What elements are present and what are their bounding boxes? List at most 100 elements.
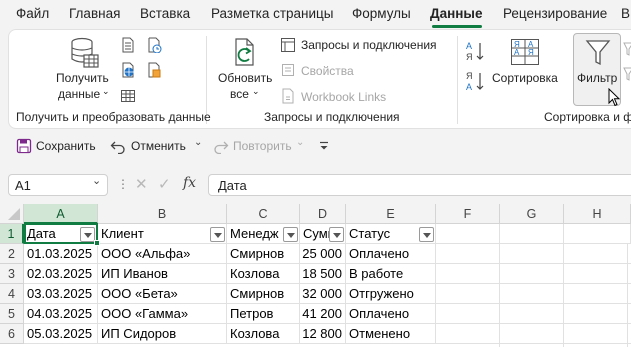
table-cell[interactable]: Отгружено <box>346 284 436 304</box>
row-header[interactable]: 3 <box>0 264 24 284</box>
table-cell[interactable]: В работе <box>346 264 436 284</box>
chevron-down-icon[interactable]: ⌄ <box>194 137 202 148</box>
undo-button[interactable]: Отменить <box>131 139 186 153</box>
tab-home[interactable]: Главная <box>69 6 120 21</box>
refresh-all-label-1[interactable]: Обновить <box>218 71 272 85</box>
table-header-cell[interactable]: Клиент <box>98 224 227 244</box>
recent-sources-icon[interactable] <box>146 37 162 53</box>
row-header[interactable]: 5 <box>0 304 24 324</box>
row-header[interactable]: 4 <box>0 284 24 304</box>
redo-button[interactable]: Повторить <box>233 139 292 153</box>
sort-az-icon[interactable]: АЯ <box>466 40 486 62</box>
column-header[interactable]: E <box>346 204 436 224</box>
customize-qat-icon[interactable] <box>318 140 330 152</box>
formula-content: Дата <box>218 178 247 193</box>
table-cell[interactable]: ИП Сидоров <box>98 324 227 344</box>
table-cell[interactable]: Петров <box>227 304 300 324</box>
table-cell[interactable]: Смирнов <box>227 244 300 264</box>
column-header[interactable]: A <box>24 204 98 224</box>
filter-dropdown-button[interactable] <box>419 227 434 242</box>
active-cell-selection <box>24 223 98 244</box>
table-cell[interactable]: 01.03.2025 <box>24 244 98 264</box>
tab-insert[interactable]: Вставка <box>140 6 190 21</box>
row-header[interactable]: 2 <box>0 244 24 264</box>
tab-formulas[interactable]: Формулы <box>352 6 411 21</box>
tab-review[interactable]: Рецензирование <box>503 6 607 21</box>
refresh-all-label-2[interactable]: все <box>230 87 249 101</box>
cancel-icon[interactable]: ✕ <box>135 175 148 193</box>
select-all-corner[interactable] <box>0 204 24 224</box>
tab-data[interactable]: Данные <box>430 6 482 21</box>
sort-button[interactable]: Сортировка <box>492 71 558 85</box>
svg-text:Я: Я <box>528 48 534 57</box>
table-cell[interactable]: 02.03.2025 <box>24 264 98 284</box>
row-header[interactable]: 6 <box>0 324 24 344</box>
table-cell[interactable]: Оплачено <box>346 244 436 264</box>
column-header[interactable]: H <box>564 204 631 224</box>
insert-function-icon[interactable]: fx <box>183 175 196 191</box>
empty-grid-area[interactable] <box>436 244 631 347</box>
table-cell[interactable]: 18 500 <box>300 264 346 284</box>
save-button[interactable]: Сохранить <box>36 139 96 153</box>
tab-page-layout[interactable]: Разметка страницы <box>211 6 333 21</box>
table-cell[interactable]: Козлова <box>227 324 300 344</box>
empty-cell[interactable] <box>564 224 631 244</box>
get-data-label-1[interactable]: Получить <box>56 71 109 85</box>
sort-dialog-icon: ЯААЯ <box>510 38 540 66</box>
existing-connections-icon[interactable] <box>146 62 162 78</box>
from-table-icon[interactable] <box>120 88 136 104</box>
table-cell[interactable]: Смирнов <box>227 284 300 304</box>
mouse-cursor-icon <box>608 88 622 108</box>
group-label-get-transform: Получить и преобразовать данные <box>16 110 211 124</box>
name-box-value: A1 <box>15 178 31 193</box>
enter-icon[interactable]: ✓ <box>158 175 171 193</box>
table-cell[interactable]: Козлова <box>227 264 300 284</box>
column-header[interactable]: F <box>436 204 500 224</box>
chevron-down-icon: ⌄ <box>296 137 305 148</box>
empty-cell[interactable] <box>500 224 564 244</box>
clear-filter-icon[interactable] <box>623 40 631 90</box>
table-cell[interactable]: 05.03.2025 <box>24 324 98 344</box>
more-options-icon[interactable]: ⋮ <box>117 177 129 191</box>
separator <box>457 36 458 124</box>
tab-view[interactable]: В <box>621 6 630 21</box>
table-cell[interactable]: 03.03.2025 <box>24 284 98 304</box>
svg-text:А: А <box>514 48 520 57</box>
group-label-sort-filter: Сортировка и ф <box>544 110 631 124</box>
row-header[interactable]: 1 <box>0 224 24 244</box>
table-cell[interactable]: 32 000 <box>300 284 346 304</box>
from-text-icon[interactable] <box>120 37 136 53</box>
svg-text:А: А <box>466 82 472 92</box>
save-icon <box>16 138 32 154</box>
group-label-queries: Запросы и подключения <box>264 110 400 124</box>
table-cell[interactable]: 04.03.2025 <box>24 304 98 324</box>
table-cell[interactable]: ИП Иванов <box>98 264 227 284</box>
column-header[interactable]: B <box>98 204 227 224</box>
sort-za-icon[interactable]: ЯА <box>466 70 486 92</box>
tab-file[interactable]: Файл <box>16 6 49 21</box>
table-cell[interactable]: ООО «Гамма» <box>98 304 227 324</box>
table-cell[interactable]: 25 000 <box>300 244 346 264</box>
table-cell[interactable]: ООО «Альфа» <box>98 244 227 264</box>
column-header[interactable]: G <box>500 204 564 224</box>
filter-dropdown-button[interactable] <box>329 227 344 242</box>
table-cell[interactable]: Оплачено <box>346 304 436 324</box>
workbook-links-button[interactable]: Workbook Links <box>301 90 386 104</box>
from-web-icon[interactable] <box>120 62 136 78</box>
properties-button[interactable]: Свойства <box>301 64 354 78</box>
empty-cell[interactable] <box>436 224 500 244</box>
formula-input[interactable] <box>208 174 631 196</box>
table-cell[interactable]: ООО «Бета» <box>98 284 227 304</box>
fill-handle[interactable] <box>94 240 100 246</box>
table-cell[interactable]: Отменено <box>346 324 436 344</box>
get-data-label-2[interactable]: данные <box>58 87 100 101</box>
table-cell[interactable]: 12 800 <box>300 324 346 344</box>
properties-icon <box>280 62 296 78</box>
column-header[interactable]: D <box>300 204 346 224</box>
table-cell[interactable]: 41 200 <box>300 304 346 324</box>
filter-dropdown-button[interactable] <box>210 227 225 242</box>
queries-connections-button[interactable]: Запросы и подключения <box>301 38 437 52</box>
filter-dropdown-button[interactable] <box>283 227 298 242</box>
column-header[interactable]: C <box>227 204 300 224</box>
chevron-down-icon[interactable]: ⌄ <box>92 174 101 187</box>
